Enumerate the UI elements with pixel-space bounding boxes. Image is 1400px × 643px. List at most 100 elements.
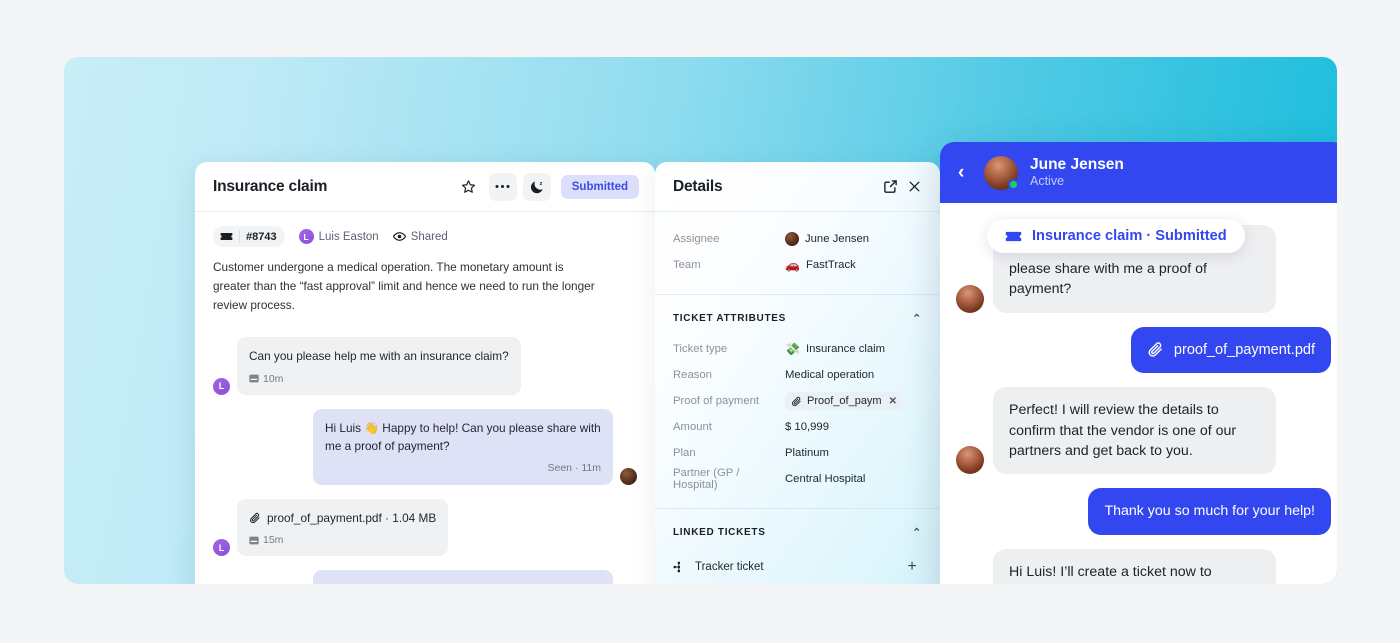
attribute-label: Ticket type (673, 343, 728, 355)
messenger-header: ‹ June Jensen Active (940, 142, 1337, 203)
car-icon: 🚗 (785, 258, 800, 272)
ticket-meta-row: #8743 L Luis Easton Shared (195, 212, 655, 247)
details-title: Details (673, 177, 723, 195)
svg-text:z: z (539, 181, 542, 187)
section-header-ticket-attributes[interactable]: TICKET ATTRIBUTES ⌃ (655, 299, 940, 334)
agent-identity: June Jensen Active (1030, 155, 1124, 190)
attribute-row-reason[interactable]: Reason Medical operation (673, 362, 922, 388)
message-bubble-attachment[interactable]: proof_of_payment.pdf (1130, 326, 1331, 374)
attribute-label: Proof of payment (673, 395, 760, 407)
details-header: Details (655, 162, 940, 212)
message-row: L proof_of_payment.pdf · 1.04 MB 15m (213, 498, 637, 557)
ticket-header-actions: z Submitted (455, 172, 639, 201)
ticket-callout[interactable]: Insurance claim · Submitted (987, 219, 1245, 253)
paperclip-icon (250, 512, 260, 523)
chevron-up-icon: ⌃ (912, 527, 922, 539)
section-title: TICKET ATTRIBUTES (673, 313, 787, 324)
paperclip-icon (1148, 342, 1162, 358)
message-bubble[interactable]: Hi Luis 👋 Happy to help! Can you please … (313, 408, 613, 485)
ticket-callout-label: Insurance claim · Submitted (1032, 228, 1227, 244)
message-meta: 10m (249, 371, 509, 387)
attribute-row-amount[interactable]: Amount $ 10,999 (673, 414, 922, 440)
gradient-backdrop: Insurance claim z Submitted #8743 L Luis… (64, 57, 1337, 584)
attribute-row-partner[interactable]: Partner (GP / Hospital) Central Hospital (673, 466, 922, 492)
message-bubble[interactable]: Thank you so much for your help! (1088, 488, 1331, 535)
message-bubble[interactable]: Hi Luis! I’ll create a ticket now to pro… (993, 548, 1276, 584)
message-text: Can you please help me with an insurance… (249, 349, 509, 364)
details-panel: Details Assignee June Jensen Team 🚗 Fast… (655, 162, 940, 584)
ticket-icon (220, 232, 233, 241)
attribute-label: Reason (673, 369, 712, 381)
message-text: Perfect! I will review the details to co… (325, 580, 601, 584)
section-header-linked-tickets[interactable]: LINKED TICKETS ⌃ (655, 513, 940, 548)
attribute-text: Medical operation (785, 369, 875, 381)
detail-row-team[interactable]: Team 🚗 FastTrack (673, 252, 922, 278)
attachment-chip[interactable]: Proof_of_paym ✕ (785, 392, 903, 410)
attachment-chip-label: Proof_of_paym (807, 395, 882, 407)
message-bubble[interactable]: Perfect! I will review the details to co… (313, 570, 613, 584)
avatar: L (213, 377, 230, 395)
status-badge[interactable]: Submitted (560, 174, 639, 199)
paperclip-icon (792, 396, 801, 406)
attribute-row-proof-of-payment[interactable]: Proof of payment Proof_of_paym ✕ (673, 388, 922, 414)
message-time: 10m (263, 372, 284, 385)
avatar: L (298, 229, 314, 244)
star-icon[interactable] (455, 173, 483, 201)
attribute-label: Plan (673, 447, 696, 459)
channel-icon (249, 374, 259, 383)
detail-row-assignee[interactable]: Assignee June Jensen (673, 226, 922, 252)
message-row: L Can you please help me with an insuran… (213, 337, 637, 395)
ticket-thread: L Can you please help me with an insuran… (195, 315, 655, 584)
ticket-number: #8743 (246, 230, 277, 243)
attribute-text: $ 10,999 (785, 421, 829, 433)
avatar (956, 446, 984, 475)
chevron-up-icon: ⌃ (912, 313, 922, 325)
avatar: L (213, 539, 230, 557)
back-chevron-icon[interactable]: ‹ (958, 162, 972, 184)
detail-value: 🚗 FastTrack (785, 258, 856, 272)
message-row: Perfect! I will review the details to co… (213, 570, 637, 584)
ticket-header: Insurance claim z Submitted (195, 162, 655, 212)
attribute-text: Platinum (785, 447, 829, 459)
linked-row-tracker-ticket[interactable]: Tracker ticket + (655, 548, 940, 584)
details-top-fields: Assignee June Jensen Team 🚗 FastTrack (655, 212, 940, 290)
avatar (620, 467, 637, 485)
message-time: Seen · 11m (547, 462, 602, 475)
agent-name: June Jensen (1030, 156, 1124, 173)
message-row: Perfect! I will review the details to co… (956, 387, 1331, 475)
message-bubble[interactable]: Perfect! I will review the details to co… (993, 387, 1276, 475)
channel-icon (249, 536, 259, 545)
ticket-icon (1005, 231, 1022, 241)
screenshot-root: Insurance claim z Submitted #8743 L Luis… (0, 0, 1400, 643)
ticket-attribute-rows: Ticket type 💸 Insurance claim Reason Med… (655, 334, 940, 504)
page-title: Insurance claim (213, 177, 328, 195)
more-options-icon[interactable] (488, 172, 517, 201)
snooze-moon-icon[interactable]: z (522, 172, 551, 201)
attribute-value: 💸 Insurance claim (785, 342, 885, 356)
requester-name: Luis Easton (318, 230, 379, 243)
message-bubble[interactable]: Can you please help me with an insurance… (237, 337, 521, 395)
linked-row-label: Tracker ticket (695, 561, 764, 573)
requester[interactable]: L Luis Easton (298, 229, 379, 244)
message-row: Hi Luis! I’ll create a ticket now to pro… (956, 548, 1331, 584)
attribute-row-plan[interactable]: Plan Platinum (673, 440, 922, 466)
close-icon[interactable] (902, 175, 926, 199)
attribute-text: Insurance claim (805, 343, 886, 355)
divider (655, 508, 940, 509)
ticket-number-pill[interactable]: #8743 (213, 226, 285, 247)
open-in-new-icon[interactable] (878, 175, 902, 199)
visibility: Shared (392, 230, 448, 243)
add-tracker-ticket-button[interactable]: + (902, 557, 922, 577)
message-bubble[interactable]: proof_of_payment.pdf · 1.04 MB 15m (237, 498, 449, 557)
tracker-icon (673, 561, 680, 573)
attribute-label: Amount (673, 421, 712, 433)
eye-icon (392, 232, 406, 241)
attribute-row-ticket-type[interactable]: Ticket type 💸 Insurance claim (673, 336, 922, 362)
online-status-dot (1008, 178, 1019, 190)
remove-attachment-icon[interactable]: ✕ (889, 396, 897, 407)
messenger-panel: ‹ June Jensen Active Insurance claim · S… (940, 142, 1337, 584)
message-row: Thank you so much for your help! (956, 488, 1331, 535)
ticket-description: Customer undergone a medical operation. … (213, 260, 595, 313)
message-row: Insurance claim · Submitted please share… (956, 219, 1331, 313)
attribute-text: Central Hospital (785, 473, 866, 485)
